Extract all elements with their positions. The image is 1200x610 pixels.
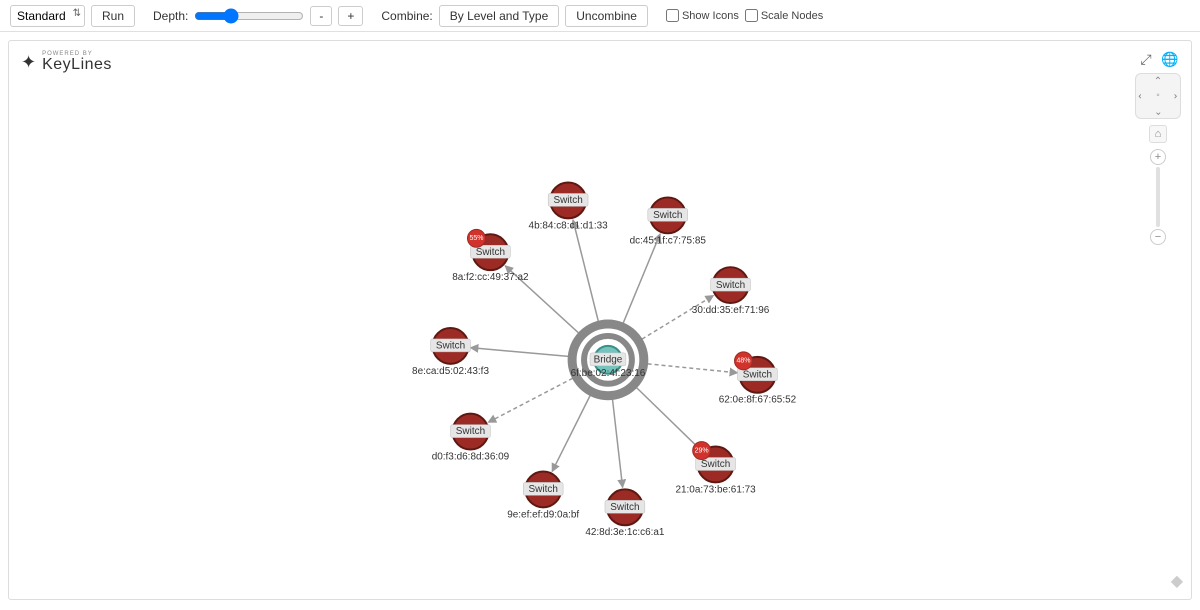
toolbar: Standard Run Depth: - + Combine: By Leve… (0, 0, 1200, 32)
zoom-control: + − (1150, 149, 1166, 245)
center-label: Bridge (594, 354, 623, 365)
switch-node[interactable]: Switch 9e:ef:ef:d9:0a:bf (507, 471, 579, 520)
edge[interactable] (470, 348, 568, 357)
pan-down-icon[interactable]: ⌃ (1151, 103, 1166, 118)
depth-minus-button[interactable]: - (310, 6, 332, 26)
percent-badge-text: 48% (737, 358, 751, 365)
scale-nodes-checkbox[interactable] (745, 9, 758, 22)
switch-node[interactable]: Switch 8e:ca:d5:02:43:f3 (412, 328, 489, 377)
edge[interactable] (623, 234, 660, 323)
switch-node[interactable]: Switch 21:0a:73:be:61:73 29% (675, 442, 756, 496)
logo-name: KeyLines (42, 57, 112, 73)
pan-up-icon[interactable]: ⌃ (1151, 74, 1166, 89)
node-mac: 8e:ca:d5:02:43:f3 (412, 366, 489, 377)
fullscreen-icon[interactable]: ⤢ (1138, 51, 1154, 67)
switch-node[interactable]: Switch 62:0e:8f:67:65:52 48% (719, 352, 797, 406)
depth-label: Depth: (153, 9, 188, 23)
pan-right-icon[interactable]: ⌃ (1165, 89, 1180, 104)
keylines-logo: ✦ POWERED BY KeyLines (21, 51, 112, 73)
node-label: Switch (716, 280, 745, 291)
node-mac: 9e:ef:ef:d9:0a:bf (507, 509, 579, 520)
switch-node[interactable]: Switch 4b:84:c8:c1:d1:33 (529, 182, 609, 231)
switch-node[interactable]: Switch dc:45:1f:c7:75:85 (630, 197, 707, 246)
switch-node[interactable]: Switch 8a:f2:cc:49:37:a2 55% (452, 229, 529, 283)
node-mac: 8a:f2:cc:49:37:a2 (452, 272, 529, 283)
resize-handle-icon[interactable]: ◆ (1171, 571, 1183, 591)
edge[interactable] (552, 396, 590, 472)
layout-group: Standard Run (10, 5, 135, 27)
node-label: Switch (653, 210, 682, 221)
node-mac: 42:8d:3e:1c:c6:a1 (585, 527, 665, 538)
graph-canvas[interactable]: ✦ POWERED BY KeyLines ⤢ 🌐 ⌃ ⌃◦⌃ ⌃ ⌂ + − (8, 40, 1192, 600)
show-icons-checkbox[interactable] (666, 9, 679, 22)
nav-controls: ⤢ 🌐 ⌃ ⌃◦⌃ ⌃ ⌂ + − (1135, 51, 1181, 245)
edge[interactable] (642, 295, 714, 339)
combine-button[interactable]: By Level and Type (439, 5, 560, 27)
depth-group: Depth: - + (153, 6, 363, 26)
center-node[interactable]: Bridge 6f:be:02:4f:23:16 (571, 324, 646, 396)
scale-nodes-text: Scale Nodes (761, 10, 823, 22)
zoom-in-button[interactable]: + (1150, 149, 1166, 165)
depth-plus-button[interactable]: + (338, 6, 363, 26)
pan-dpad[interactable]: ⌃ ⌃◦⌃ ⌃ (1135, 73, 1181, 119)
edge[interactable] (613, 399, 623, 487)
combine-group: Combine: By Level and Type Uncombine (381, 5, 648, 27)
combine-label: Combine: (381, 9, 432, 23)
show-icons-label[interactable]: Show Icons (666, 9, 739, 22)
show-icons-text: Show Icons (682, 10, 739, 22)
edge[interactable] (648, 364, 738, 373)
scale-nodes-label[interactable]: Scale Nodes (745, 9, 823, 22)
home-button[interactable]: ⌂ (1149, 125, 1167, 143)
pan-left-icon[interactable]: ⌃ (1136, 89, 1151, 104)
percent-badge-text: 29% (695, 447, 709, 454)
node-mac: 21:0a:73:be:61:73 (675, 484, 756, 495)
depth-slider[interactable] (194, 8, 304, 24)
node-label: Switch (529, 484, 558, 495)
zoom-track[interactable] (1156, 167, 1160, 227)
node-label: Switch (456, 426, 485, 437)
node-label: Switch (553, 195, 582, 206)
switch-node[interactable]: Switch 30:dd:35:ef:71:96 (692, 267, 770, 316)
globe-icon[interactable]: 🌐 (1162, 51, 1178, 67)
graph-svg[interactable]: Bridge 6f:be:02:4f:23:16 Switch 4b:84:c8:… (9, 41, 1191, 599)
percent-badge-text: 55% (469, 235, 483, 242)
node-mac: dc:45:1f:c7:75:85 (630, 235, 707, 246)
layout-select[interactable]: Standard (10, 5, 85, 27)
switch-node[interactable]: Switch 42:8d:3e:1c:c6:a1 (585, 489, 665, 538)
node-label: Switch (436, 341, 465, 352)
run-button[interactable]: Run (91, 5, 135, 27)
edge[interactable] (637, 388, 702, 451)
edge[interactable] (488, 378, 573, 422)
switch-node[interactable]: Switch d0:f3:d6:8d:36:09 (432, 414, 510, 463)
pan-center-icon[interactable]: ◦ (1151, 89, 1166, 104)
edge[interactable] (573, 220, 598, 321)
zoom-out-button[interactable]: − (1150, 229, 1166, 245)
options-group: Show Icons Scale Nodes (666, 9, 823, 22)
node-mac: 4b:84:c8:c1:d1:33 (529, 220, 609, 231)
node-mac: d0:f3:d6:8d:36:09 (432, 452, 510, 463)
node-label: Switch (743, 369, 772, 380)
node-label: Switch (476, 247, 505, 258)
node-label: Switch (701, 459, 730, 470)
center-mac: 6f:be:02:4f:23:16 (571, 368, 646, 379)
node-label: Switch (610, 502, 639, 513)
node-mac: 62:0e:8f:67:65:52 (719, 395, 797, 406)
node-mac: 30:dd:35:ef:71:96 (692, 305, 770, 316)
uncombine-button[interactable]: Uncombine (565, 5, 648, 27)
logo-icon: ✦ (21, 52, 36, 73)
